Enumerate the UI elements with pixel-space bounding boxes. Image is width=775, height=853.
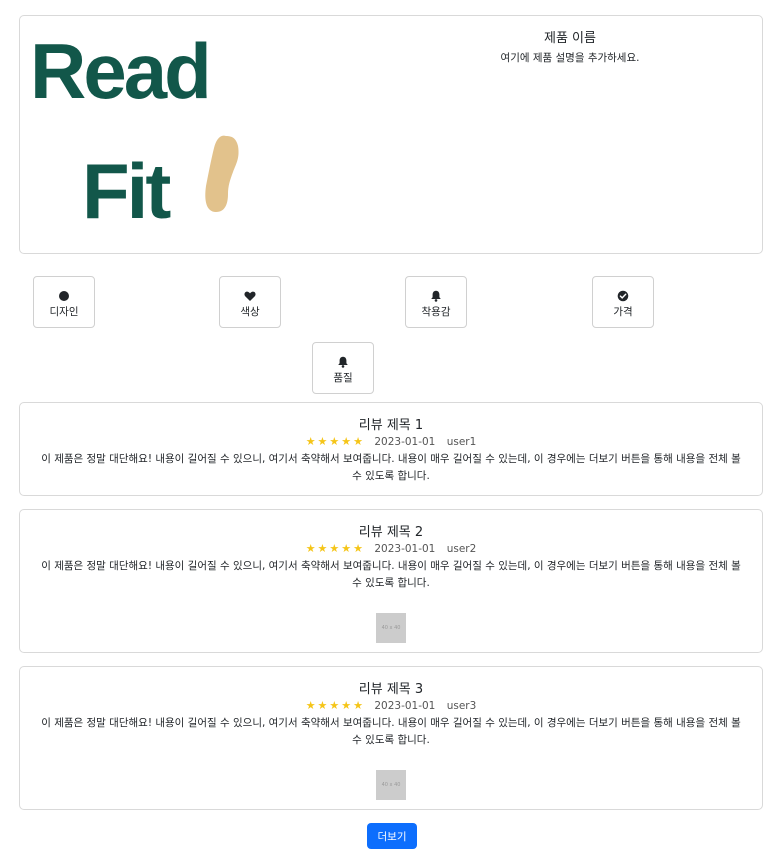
feature-button-price[interactable]: 가격: [592, 276, 654, 328]
product-info: 제품 이름 여기에 제품 설명을 추가하세요.: [420, 27, 720, 65]
feature-label: 색상: [240, 306, 260, 318]
review-body: 이 제품은 정말 대단해요! 내용이 길어질 수 있으니, 여기서 축약해서 보…: [41, 717, 741, 746]
product-name: 제품 이름: [544, 31, 596, 46]
review-title: 리뷰 제목 2: [358, 525, 424, 540]
review-title: 리뷰 제목 1: [358, 418, 424, 433]
bell-icon: [338, 356, 348, 368]
review-date: 2023-01-01: [374, 436, 436, 448]
feature-button-quality[interactable]: 품질: [312, 342, 374, 394]
review-image-placeholder[interactable]: 40 x 40: [376, 770, 406, 800]
product-description: 여기에 제품 설명을 추가하세요.: [500, 52, 640, 64]
svg-text:Fit: Fit: [82, 147, 171, 228]
readfit-logo: Read Fit: [30, 36, 239, 228]
star-rating-icon: ★★★★★: [305, 435, 365, 448]
review-title: 리뷰 제목 3: [358, 682, 424, 697]
star-rating-icon: ★★★★★: [305, 542, 365, 555]
review-user: user3: [446, 700, 477, 712]
review-date: 2023-01-01: [374, 700, 436, 712]
review-card: 리뷰 제목 2 ★★★★★ 2023-01-01 user2 이 제품은 정말 …: [19, 509, 763, 653]
feature-button-color[interactable]: 색상: [219, 276, 281, 328]
star-rating-icon: ★★★★★: [305, 699, 365, 712]
check-circle-icon: [617, 290, 629, 302]
footprint-icon: [205, 135, 239, 212]
more-button[interactable]: 더보기: [367, 823, 417, 849]
circle-icon: [59, 291, 69, 301]
feature-button-fit[interactable]: 착용감: [405, 276, 467, 328]
review-user: user1: [446, 436, 477, 448]
review-card: 리뷰 제목 3 ★★★★★ 2023-01-01 user3 이 제품은 정말 …: [19, 666, 763, 810]
product-card: Read Fit 제품 이름 여기에 제품 설명을 추가하세요.: [19, 15, 763, 254]
svg-text:Read: Read: [30, 36, 209, 115]
feature-label: 가격: [613, 306, 633, 318]
review-meta: ★★★★★ 2023-01-01 user1: [20, 435, 762, 448]
review-card: 리뷰 제목 1 ★★★★★ 2023-01-01 user1 이 제품은 정말 …: [19, 402, 763, 496]
review-meta: ★★★★★ 2023-01-01 user3: [20, 699, 762, 712]
feature-label: 디자인: [49, 306, 79, 318]
feature-label: 착용감: [421, 306, 451, 318]
heart-icon: [244, 291, 256, 301]
review-body: 이 제품은 정말 대단해요! 내용이 길어질 수 있으니, 여기서 축약해서 보…: [41, 560, 741, 589]
review-meta: ★★★★★ 2023-01-01 user2: [20, 542, 762, 555]
feature-label: 품질: [333, 372, 353, 384]
feature-button-design[interactable]: 디자인: [33, 276, 95, 328]
bell-icon: [431, 290, 441, 302]
review-user: user2: [446, 543, 477, 555]
review-body: 이 제품은 정말 대단해요! 내용이 길어질 수 있으니, 여기서 축약해서 보…: [41, 453, 741, 482]
review-image-placeholder[interactable]: 40 x 40: [376, 613, 406, 643]
review-date: 2023-01-01: [374, 543, 436, 555]
